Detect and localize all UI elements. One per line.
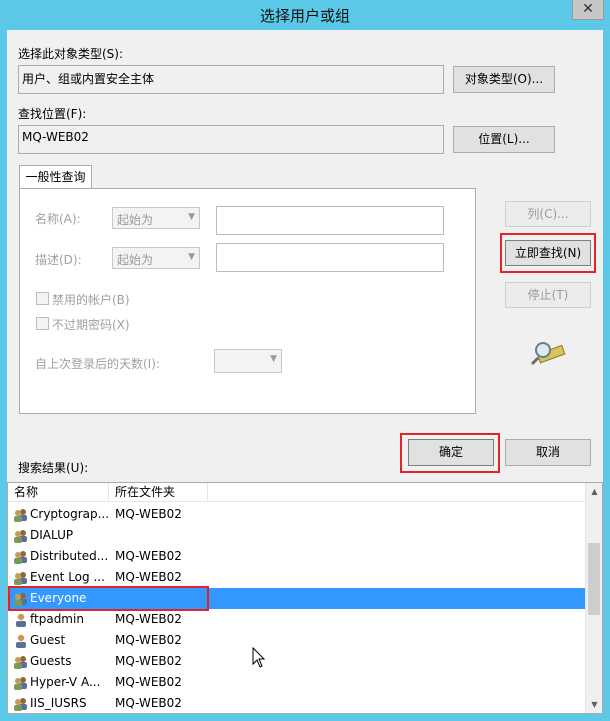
- table-row[interactable]: Event Log ... MQ-WEB02: [9, 567, 587, 588]
- stop-button[interactable]: 停止(T): [505, 282, 591, 308]
- cancel-button[interactable]: 取消: [505, 439, 591, 466]
- group-icon: [13, 696, 29, 712]
- days-since-login-label: 自上次登录后的天数(I):: [35, 357, 160, 371]
- scroll-up-icon[interactable]: ▲: [586, 483, 602, 500]
- chevron-down-icon: ▼: [188, 212, 195, 222]
- user-icon: [13, 633, 29, 649]
- find-now-button[interactable]: 立即查找(N): [505, 240, 591, 266]
- group-icon: [13, 654, 29, 670]
- non-expiring-password-checkbox[interactable]: [36, 317, 49, 330]
- row-name: ftpadmin: [30, 612, 84, 626]
- group-icon: [13, 507, 29, 523]
- object-type-label: 选择此对象类型(S):: [18, 47, 124, 61]
- description-label: 描述(D):: [35, 253, 82, 267]
- location-field: MQ-WEB02: [18, 125, 444, 154]
- group-icon: [13, 591, 29, 607]
- row-name: Cryptograp...: [30, 507, 110, 521]
- object-type-field: 用户、组或内置安全主体: [18, 65, 444, 94]
- row-folder: MQ-WEB02: [115, 507, 182, 521]
- search-magnifier-icon: [530, 336, 566, 366]
- description-mode-value: 起始为: [117, 253, 154, 267]
- search-results-list[interactable]: 名称 所在文件夹 Cryptograp... MQ-WEB02 DIALUP Dist…: [7, 482, 603, 714]
- search-results-label: 搜索结果(U):: [18, 461, 89, 475]
- row-folder: MQ-WEB02: [115, 633, 182, 647]
- close-button[interactable]: ✕: [572, 0, 604, 20]
- row-folder: MQ-WEB02: [115, 696, 182, 710]
- description-input[interactable]: [216, 243, 444, 272]
- column-header-name[interactable]: 名称: [8, 483, 109, 502]
- row-name: Guests: [30, 654, 72, 668]
- window-title: 选择用户或组: [259, 7, 350, 25]
- disabled-accounts-label: 禁用的帐户(B): [52, 293, 130, 307]
- group-icon: [13, 570, 29, 586]
- row-folder: MQ-WEB02: [115, 570, 182, 584]
- group-icon: [13, 675, 29, 691]
- column-header-folder[interactable]: 所在文件夹: [109, 483, 208, 502]
- table-row[interactable]: Cryptograp... MQ-WEB02: [9, 504, 587, 525]
- results-header: 名称 所在文件夹: [8, 483, 586, 502]
- name-mode-select[interactable]: 起始为 ▼: [112, 207, 200, 229]
- disabled-accounts-checkbox[interactable]: [36, 292, 49, 305]
- row-folder: MQ-WEB02: [115, 612, 182, 626]
- row-name: Distributed...: [30, 549, 109, 563]
- table-row[interactable]: DIALUP: [9, 525, 587, 546]
- row-folder: MQ-WEB02: [115, 675, 182, 689]
- table-row[interactable]: ftpadmin MQ-WEB02: [9, 609, 587, 630]
- row-name: DIALUP: [30, 528, 74, 542]
- row-folder: MQ-WEB02: [115, 654, 182, 668]
- ok-button[interactable]: 确定: [408, 439, 494, 466]
- close-icon: ✕: [582, 1, 594, 17]
- tab-common-queries[interactable]: 一般性查询: [19, 165, 92, 189]
- mouse-cursor-icon: [252, 646, 266, 669]
- chevron-down-icon: ▼: [270, 354, 277, 364]
- row-name: IIS_IUSRS: [30, 696, 87, 710]
- row-name: Guest: [30, 633, 66, 647]
- table-row[interactable]: Guest MQ-WEB02: [9, 630, 587, 651]
- title-bar[interactable]: 选择用户或组 ✕: [0, 0, 610, 30]
- days-since-login-select[interactable]: ▼: [214, 349, 282, 373]
- dialog-body: 选择此对象类型(S): 用户、组或内置安全主体 对象类型(O)... 查找位置(…: [7, 30, 603, 714]
- columns-button[interactable]: 列(C)...: [505, 201, 591, 227]
- non-expiring-password-label: 不过期密码(X): [52, 318, 130, 332]
- table-row[interactable]: Distributed... MQ-WEB02: [9, 546, 587, 567]
- table-row[interactable]: IIS_IUSRS MQ-WEB02: [9, 693, 587, 713]
- name-label: 名称(A):: [35, 212, 81, 226]
- object-types-button[interactable]: 对象类型(O)...: [453, 66, 555, 93]
- group-icon: [13, 528, 29, 544]
- scrollbar-thumb[interactable]: [588, 543, 600, 615]
- common-queries-panel: 名称(A): 起始为 ▼ 描述(D): 起始为 ▼ 禁用的帐户(B) 不过期密码…: [19, 188, 476, 414]
- table-row[interactable]: Hyper-V A... MQ-WEB02: [9, 672, 587, 693]
- row-name: Hyper-V A...: [30, 675, 101, 689]
- select-users-dialog: 选择用户或组 ✕ 选择此对象类型(S): 用户、组或内置安全主体 对象类型(O)…: [0, 0, 610, 721]
- row-name: Everyone: [30, 591, 87, 605]
- name-mode-value: 起始为: [117, 213, 154, 227]
- locations-button[interactable]: 位置(L)...: [453, 126, 555, 153]
- description-mode-select[interactable]: 起始为 ▼: [112, 247, 200, 269]
- user-icon: [13, 612, 29, 628]
- name-input[interactable]: [216, 206, 444, 235]
- results-scrollbar[interactable]: ▲ ▼: [585, 483, 602, 713]
- location-label: 查找位置(F):: [18, 107, 87, 121]
- scroll-down-icon[interactable]: ▼: [586, 696, 602, 713]
- group-icon: [13, 549, 29, 565]
- table-row[interactable]: Everyone: [9, 588, 587, 609]
- row-folder: MQ-WEB02: [115, 549, 182, 563]
- chevron-down-icon: ▼: [188, 252, 195, 262]
- row-name: Event Log ...: [30, 570, 105, 584]
- table-row[interactable]: Guests MQ-WEB02: [9, 651, 587, 672]
